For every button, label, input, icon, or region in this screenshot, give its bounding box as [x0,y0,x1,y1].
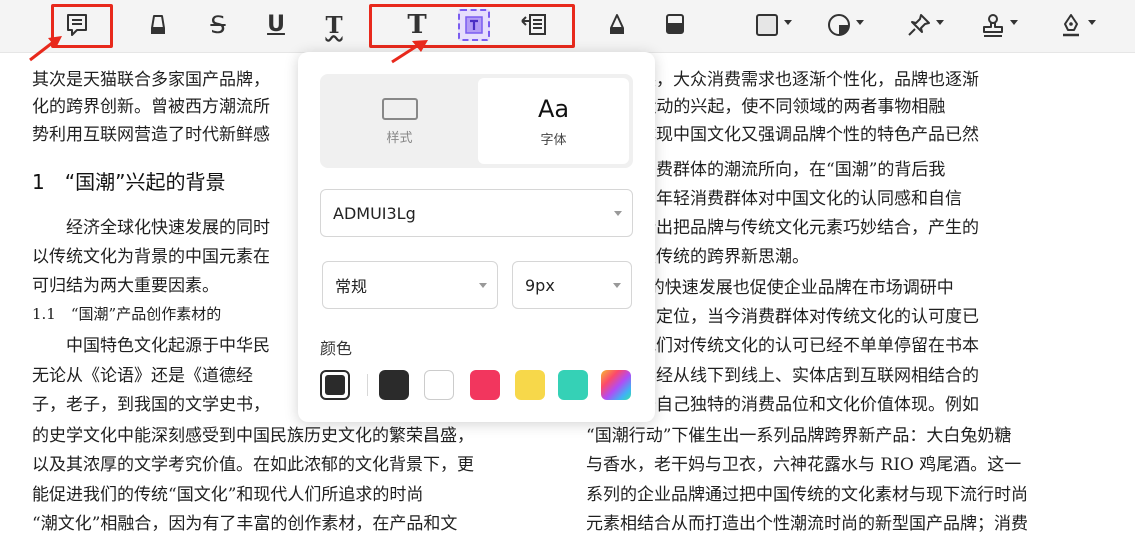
underline-button[interactable]: U [259,8,293,42]
strikethrough-icon: S [210,11,226,39]
color-swatch-red[interactable] [470,370,500,400]
text-line: 化的跨界创新。曾被西方潮流所 [32,97,270,117]
arrow-annotation-note [29,36,62,62]
chevron-down-icon [479,283,487,288]
font-size-select[interactable]: 9px [512,261,632,309]
font-style-value: 常规 [335,277,368,296]
chevron-down-icon [784,20,792,25]
font-family-value: ADMUI3Lg [333,203,416,223]
text-line: 其次是天猫联合多家国产品牌， [32,70,270,90]
text-line: “国潮行动”下催生出一系列品牌跨界新产品：大白兔奶糖 [586,426,1012,446]
color-swatch-yellow[interactable] [515,370,545,400]
stamp-tool-button[interactable] [970,8,1018,42]
signature-icon [1063,14,1079,37]
font-size-value: 9px [525,275,555,295]
annotation-toolbar: S U T T [0,0,1135,53]
pencil-icon [610,14,624,34]
text-line: 能促进我们的传统“国文化”和现代人们所追求的时尚 [32,485,424,505]
subsection-heading: 1.1 “国潮”产品创作素材的 [32,305,222,323]
section-heading: 1 “国潮”兴起的背景 [32,170,226,194]
color-label: 颜色 [320,339,353,358]
font-family-select[interactable]: ADMUI3Lg [320,189,633,237]
text-line: 无论从《论语》还是《道德经 [32,366,253,386]
chevron-down-icon [613,283,621,288]
squiggly-button[interactable]: T [317,8,351,42]
squiggly-icon: T [325,11,343,39]
stamp-icon [983,14,1003,37]
text-line: 以传统文化为背景的中国元素在 [32,247,270,267]
tab-style[interactable]: 样式 [324,78,475,164]
chevron-down-icon [614,211,622,216]
tab-style-label: 样式 [386,130,413,146]
text-properties-panel: 样式 Aa 字体 ADMUI3Lg 常规 9px 颜色 [298,52,655,422]
highlighter-icon [151,15,165,34]
strikethrough-button[interactable]: S [201,8,235,42]
pin-tool-button[interactable] [896,8,944,42]
underline-icon: U [267,12,285,37]
text-line: 可归结为两大重要因素。 [32,276,219,296]
tab-font[interactable]: Aa 字体 [478,78,629,164]
rectangle-icon [756,14,778,36]
font-style-select[interactable]: 常规 [322,261,498,309]
color-swatch-custom[interactable] [601,370,631,400]
panel-tabs: 样式 Aa 字体 [320,74,633,168]
pin-icon [908,14,930,36]
pencil-button[interactable] [600,8,634,42]
chevron-down-icon [1010,20,1018,25]
text-line: “潮文化”相融合，因为有了丰富的创作素材，在产品和文 [32,514,458,534]
text-line: 子，老子，到我国的文学史书， [32,395,270,415]
tab-font-label: 字体 [540,132,567,148]
color-swatch-black[interactable] [379,370,409,400]
rectangle-tool-button[interactable] [744,8,792,42]
color-swatch-white[interactable] [424,370,454,400]
text-line: 中国特色文化起源于中华民 [32,336,270,356]
text-line: 与香水，老干妈与卫衣，六神花露水与 RIO 鸡尾酒。这一 [586,455,1022,475]
chevron-down-icon [856,20,864,25]
shape-icon [828,14,850,36]
text-line: 系列的企业品牌通过把中国传统的文化素材与现下流行时尚 [586,485,1028,505]
highlighter-button[interactable] [141,8,175,42]
arrow-annotation-text-tools [391,40,428,64]
chevron-down-icon [1088,20,1096,25]
eraser-icon [666,14,684,34]
chevron-down-icon [936,20,944,25]
font-aa-icon: Aa [537,94,570,123]
swatch-divider [367,374,368,396]
signature-tool-button[interactable] [1048,8,1096,42]
eraser-button[interactable] [658,8,692,42]
current-color-swatch[interactable] [320,370,350,400]
color-swatch-teal[interactable] [558,370,588,400]
text-line: 的史学文化中能深刻感受到中国民族历史文化的繁荣昌盛， [32,426,474,446]
text-line: 元素相结合从而打造出个性潮流时尚的新型国产品牌；消费 [586,514,1028,534]
text-line: 经济全球化快速发展的同时 [32,218,270,238]
text-line: 势利用互联网营造了时代新鲜感 [32,125,270,145]
style-box-icon [381,97,418,120]
text-line: 以及其浓厚的文学考究价值。在如此浓郁的文化背景下，更 [32,455,474,475]
shape-tool-button[interactable] [816,8,864,42]
